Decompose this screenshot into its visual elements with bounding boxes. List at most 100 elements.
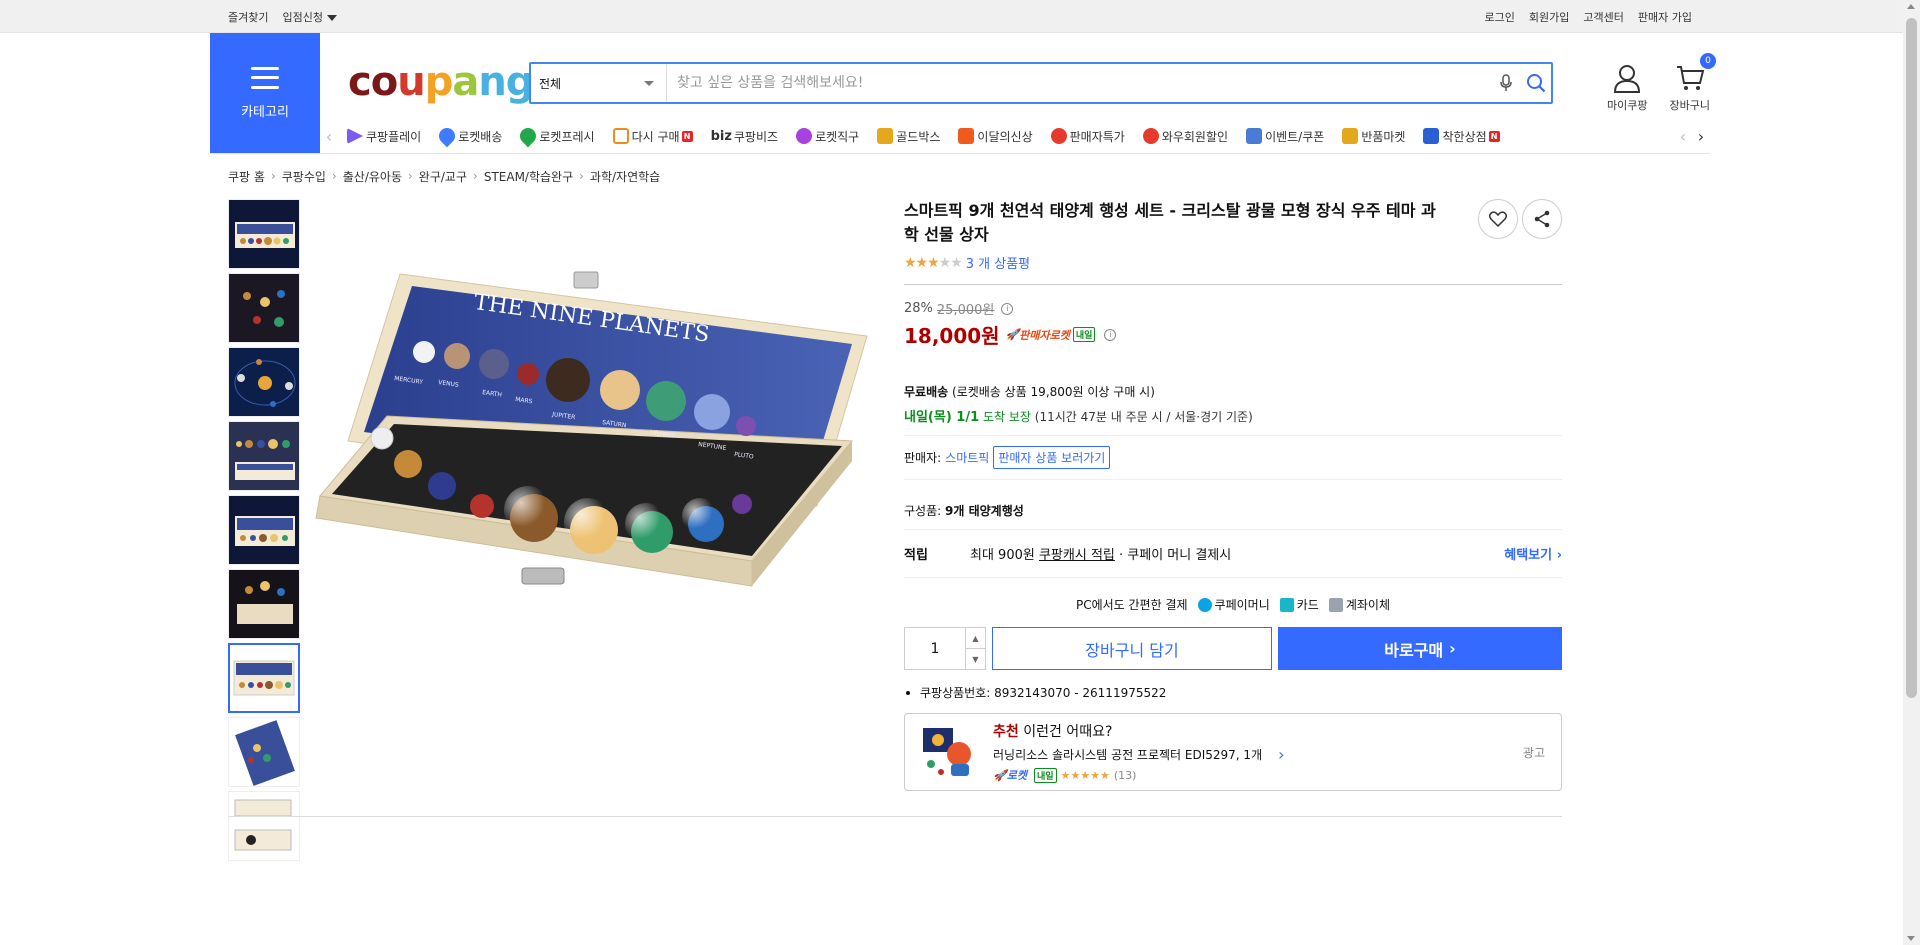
recommendation-card[interactable]: 추천 이런건 어때요? 러닝리소스 솔라시스템 공전 프로젝터 EDI5297,…	[904, 713, 1562, 791]
quantity-decrease-button[interactable]: ▼	[966, 649, 985, 669]
seller-signup-link[interactable]: 판매자 가입	[1638, 9, 1692, 25]
category-menu-button[interactable]: 카테고리	[210, 33, 320, 153]
new-badge: N	[1488, 130, 1500, 142]
breadcrumb-item[interactable]: 출산/유아동	[343, 168, 402, 185]
breadcrumb-item[interactable]: 쿠팡수입	[282, 168, 326, 185]
chevron-right-icon: ›	[270, 169, 276, 183]
breadcrumb: 쿠팡 홈 › 쿠팡수입 › 출산/유아동 › 완구/교구 › STEAM/학습완구 › 과…	[210, 154, 1710, 186]
quantity-input[interactable]: 1	[905, 628, 965, 669]
cart-button[interactable]: 0 장바구니	[1669, 53, 1716, 113]
add-to-cart-button[interactable]: 장바구니 담기	[992, 627, 1272, 670]
new-badge: N	[681, 130, 693, 142]
thumbnail[interactable]	[228, 717, 300, 787]
coupang-cash-link[interactable]: 쿠팡캐시 적립	[1039, 548, 1115, 563]
nav-item-wow-discount[interactable]: 와우회원할인	[1134, 128, 1237, 145]
thumbnail[interactable]	[228, 199, 300, 269]
seller-label: 판매자:	[904, 451, 942, 465]
wishlist-button[interactable]	[1478, 199, 1518, 239]
buy-now-button[interactable]: 바로구매 ›	[1278, 627, 1562, 670]
delivery-info: 무료배송 (로켓배송 상품 19,800원 이상 구매 시)	[904, 383, 1562, 400]
nav-item-rebuy[interactable]: 다시 구매 N	[604, 128, 702, 145]
seller-row: 판매자: 스마트픽 판매자 상품 보러가기	[904, 446, 1562, 469]
breadcrumb-item[interactable]: STEAM/학습완구	[484, 168, 573, 185]
customer-center-link[interactable]: 고객센터	[1583, 9, 1623, 25]
thumbnail[interactable]	[228, 347, 300, 417]
payment-option-label: 카드	[1296, 598, 1319, 612]
search-category-value: 전체	[539, 76, 562, 91]
section-divider	[228, 816, 1562, 817]
nav-item-rocket-global[interactable]: 로켓직구	[787, 128, 868, 145]
review-count-link[interactable]: 3 개 상품평	[966, 253, 1030, 272]
nav-item-goldbox[interactable]: 골드박스	[868, 128, 949, 145]
nav-item-coupang-play[interactable]: 쿠팡플레이	[338, 128, 430, 145]
site-header: 카테고리 coupang 전체 마이쿠팡 0 장바구니 ‹ 쿠팡플레이 로켓배송	[210, 33, 1716, 153]
benefit-link[interactable]: 혜택보기 ›	[1504, 544, 1562, 563]
breadcrumb-item[interactable]: 과학/자연학습	[590, 168, 660, 185]
nav-item-rocket-fresh[interactable]: 로켓프레시	[511, 124, 603, 148]
nav-item-event-coupon[interactable]: 이벤트/쿠폰	[1237, 128, 1333, 145]
product-info: 스마트픽 9개 천연석 태양계 행성 세트 - 크리스탈 광물 모형 장식 우주…	[904, 199, 1562, 791]
login-link[interactable]: 로그인	[1485, 9, 1515, 25]
search-input[interactable]	[667, 64, 1491, 102]
nav-item-monthly-new[interactable]: 이달의신상	[949, 128, 1041, 145]
chevron-down-icon	[644, 80, 654, 86]
thumbnail[interactable]	[228, 495, 300, 565]
coupay-icon	[1197, 597, 1212, 612]
composition-value: 9개 태양계행성	[945, 504, 1024, 518]
nav-item-coupang-biz[interactable]: biz 쿠팡비즈	[702, 128, 788, 145]
seller-name-link[interactable]: 스마트픽	[945, 449, 989, 466]
chevron-left-icon[interactable]: ‹	[1674, 127, 1692, 146]
seller-products-button[interactable]: 판매자 상품 보러가기	[993, 446, 1111, 469]
nav-item-rocket-delivery[interactable]: 로켓배송	[430, 124, 511, 148]
nav-item-seller-deal[interactable]: 판매자특가	[1042, 128, 1134, 145]
breadcrumb-item[interactable]: 쿠팡 홈	[228, 168, 265, 185]
thumbnail-selected[interactable]	[228, 643, 300, 713]
cart-count-badge: 0	[1700, 53, 1716, 69]
cart-label: 장바구니	[1669, 99, 1710, 112]
share-button[interactable]	[1522, 199, 1562, 239]
search-icon[interactable]	[1521, 68, 1551, 98]
rocket-badge: 🚀로켓	[993, 769, 1027, 782]
breadcrumb-item[interactable]: 완구/교구	[419, 168, 467, 185]
discount-row: 28% 25,000원 i	[904, 299, 1562, 318]
divider	[904, 435, 1562, 436]
nav-item-label: 와우회원할인	[1161, 129, 1229, 144]
search-category-select[interactable]: 전체	[531, 64, 667, 102]
play-icon	[347, 128, 363, 144]
chevron-right-icon: ›	[1556, 548, 1562, 563]
vendor-apply-link[interactable]: 입점신청	[282, 9, 337, 25]
coupang-logo[interactable]: coupang	[348, 59, 534, 105]
signup-link[interactable]: 회원가입	[1529, 9, 1569, 25]
nav-item-label: 쿠팡비즈	[733, 129, 779, 144]
info-icon[interactable]: i	[1104, 328, 1117, 341]
recommend-label: 추천	[993, 724, 1019, 740]
bookmark-link[interactable]: 즐겨찾기	[228, 9, 268, 25]
point-amount: 최대 900원	[970, 548, 1035, 563]
recommendation-meta: 🚀로켓 내일 ★★★★★ (13)	[993, 767, 1285, 783]
chevron-left-icon[interactable]: ‹	[320, 127, 338, 146]
page-scrollbar[interactable]	[1903, 0, 1920, 945]
thumbnail[interactable]	[228, 421, 300, 491]
composition-row: 구성품: 9개 태양계행성	[904, 502, 1562, 519]
arrival-info: 내일(목) 1/1 도착 보장 (11시간 47분 내 주문 시 / 서울·경기…	[904, 406, 1562, 425]
nav-item-good-shop[interactable]: 착한상점 N	[1414, 128, 1508, 145]
nav-item-return-market[interactable]: 반품마켓	[1333, 128, 1414, 145]
payment-option-label: 계좌이체	[1345, 598, 1391, 612]
my-coupang-button[interactable]: 마이쿠팡	[1607, 63, 1648, 113]
microphone-icon[interactable]	[1491, 68, 1521, 98]
thumbnail[interactable]	[228, 273, 300, 343]
rocket-icon	[435, 124, 459, 148]
chevron-right-icon[interactable]: ›	[1692, 127, 1710, 146]
product-main-image[interactable]: THE NINE PLANETS MERCURY VENUS EARTH MAR…	[312, 256, 872, 656]
scrollbar-thumb[interactable]	[1906, 18, 1917, 698]
scroll-down-icon[interactable]	[1907, 936, 1915, 941]
thumbnail[interactable]	[228, 569, 300, 639]
info-icon[interactable]: i	[1001, 302, 1014, 315]
quantity-increase-button[interactable]: ▲	[966, 628, 985, 649]
user-icon	[1614, 65, 1641, 93]
logo-part: co	[348, 59, 398, 105]
thumbnail[interactable]	[228, 791, 300, 861]
quantity-stepper: 1 ▲ ▼	[904, 627, 986, 670]
point-condition: · 쿠페이 머니 결제시	[1119, 548, 1232, 563]
scroll-up-icon[interactable]	[1907, 4, 1915, 9]
